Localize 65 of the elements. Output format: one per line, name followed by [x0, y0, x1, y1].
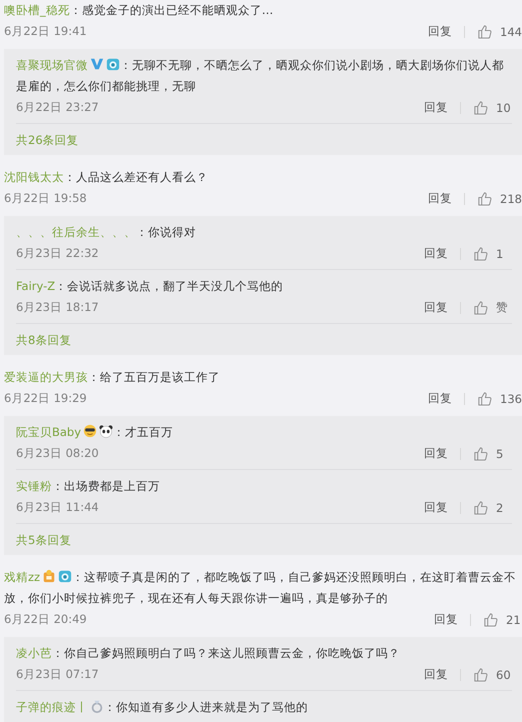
- reply-link[interactable]: 回复: [424, 667, 448, 682]
- reply-text: 实锤粉：出场费都是上百万: [16, 478, 161, 495]
- like-count: 1: [496, 246, 504, 260]
- username-link[interactable]: 沈阳钱太太: [4, 170, 64, 184]
- more-replies-link[interactable]: 共5条回复: [16, 533, 72, 547]
- username-link[interactable]: 戏精zz: [4, 570, 40, 584]
- like-count: 10: [496, 100, 512, 114]
- reply-link[interactable]: 回复: [424, 246, 448, 261]
- thumbs-up-icon[interactable]: [477, 24, 492, 39]
- thumbs-up-icon[interactable]: [473, 667, 488, 682]
- reply-link[interactable]: 回复: [424, 100, 448, 115]
- comment-text: 沈阳钱太太：人品这么差还有人看么？: [3, 169, 209, 186]
- username-link[interactable]: 、、、往后余生、、、: [16, 225, 136, 239]
- reply-text: 阮宝贝Baby ：才五百万: [16, 423, 174, 441]
- username-link[interactable]: 喜聚现场官微: [16, 58, 88, 72]
- thumbs-up-icon[interactable]: [477, 391, 492, 406]
- username-link[interactable]: 子弹的痕迹丨: [16, 700, 88, 714]
- reply-link[interactable]: 回复: [428, 391, 452, 406]
- thumbs-up-icon[interactable]: [473, 100, 488, 115]
- thumbs-up-icon[interactable]: [477, 191, 492, 206]
- comment-text: 噢卧槽_稳死：感觉金子的演出已经不能晒观众了…: [3, 2, 274, 19]
- thumbs-up-icon[interactable]: [473, 446, 488, 461]
- username-link[interactable]: 爱装逼的大男孩: [4, 370, 88, 384]
- like-count: 136: [500, 392, 522, 406]
- comment-date: 6月22日 20:49: [4, 612, 87, 627]
- reply-text: 喜聚现场官微 ：无聊不无聊，不晒怎么了，晒观众你们说小剧场，晒大剧场你们说人都是雇的，怎么你们都能挑理，无聊: [16, 56, 505, 95]
- username-link[interactable]: 实锤粉: [16, 479, 52, 493]
- thumbs-up-icon[interactable]: [483, 612, 498, 627]
- like-count: 60: [496, 668, 512, 682]
- username-link[interactable]: Fairy-Z: [16, 279, 56, 293]
- reply-link[interactable]: 回复: [424, 300, 448, 315]
- like-count: 144: [500, 24, 522, 38]
- reply-text: Fairy-Z：会说话就多说点，翻了半天没几个骂他的: [16, 278, 284, 295]
- more-replies-link[interactable]: 共8条回复: [16, 333, 72, 347]
- reply-date: 6月23日 11:44: [16, 500, 99, 515]
- reply-date: 6月23日 18:17: [16, 300, 99, 315]
- more-replies-link[interactable]: 共26条回复: [16, 133, 79, 147]
- reply-date: 6月23日 08:20: [16, 446, 99, 461]
- comment-date: 6月22日 19:29: [4, 391, 87, 406]
- reply-link[interactable]: 回复: [424, 446, 448, 461]
- username-link[interactable]: 阮宝贝Baby: [16, 425, 82, 439]
- thumbs-up-icon[interactable]: [473, 300, 488, 315]
- reply-link[interactable]: 回复: [424, 500, 448, 515]
- reply-date: 6月23日 22:32: [16, 246, 99, 261]
- thumbs-up-icon[interactable]: [473, 500, 488, 515]
- reply-date: 6月23日 07:17: [16, 667, 99, 682]
- comment-text: 爱装逼的大男孩：给了五百万是该工作了: [3, 369, 221, 386]
- username-link[interactable]: 噢卧槽_稳死: [4, 3, 70, 17]
- reply-date: 6月22日 23:27: [16, 100, 99, 115]
- reply-link[interactable]: 回复: [428, 191, 452, 206]
- like-count: 5: [496, 446, 504, 460]
- reply-text: 凌小芭：你自己爹妈照顾明白了吗？来这儿照顾曹云金，你吃晚饭了吗？: [16, 645, 401, 662]
- comment-date: 6月22日 19:41: [4, 24, 87, 39]
- comment-date: 6月22日 19:58: [4, 191, 87, 206]
- like-count: 赞: [496, 300, 509, 315]
- like-count: 21: [506, 612, 522, 626]
- like-count: 2: [496, 500, 504, 514]
- comment-text: 戏精zz ：这帮喷子真是闲的了，都吃晚饭了吗，自己爹妈还没照顾明白，在这盯着曹云金不放，你们小时候拉裤兜子，现在还有人每天跟你讲一遍吗，真是够孙子的: [3, 568, 518, 607]
- like-count: 218: [500, 192, 522, 206]
- reply-text: 子弹的痕迹丨 ：你知道有多少人进来就是为了骂他的: [16, 698, 309, 716]
- username-link[interactable]: 凌小芭: [16, 646, 52, 660]
- reply-text: 、、、往后余生、、、：你说得对: [16, 224, 197, 241]
- reply-link[interactable]: 回复: [428, 24, 452, 39]
- reply-link[interactable]: 回复: [434, 612, 458, 627]
- thumbs-up-icon[interactable]: [473, 246, 488, 261]
